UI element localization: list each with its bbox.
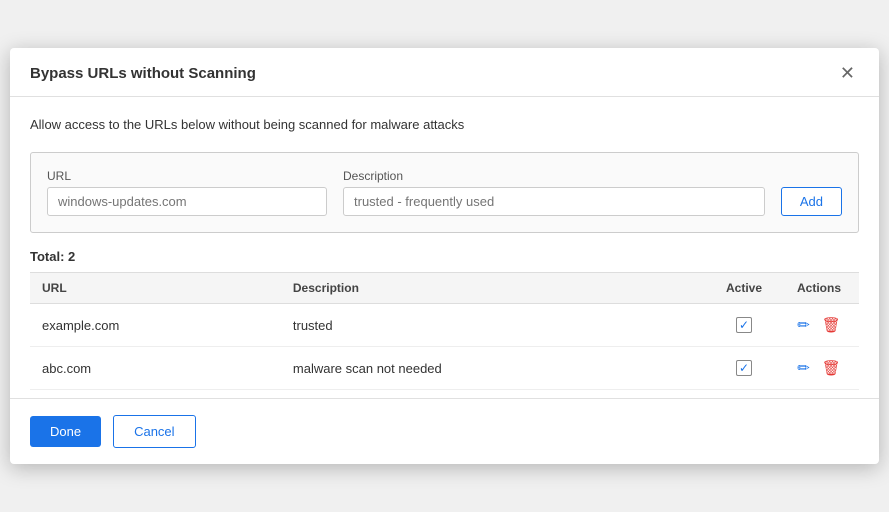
url-input-group: URL bbox=[47, 169, 327, 216]
cell-url: example.com bbox=[30, 304, 281, 347]
col-url: URL bbox=[30, 273, 281, 304]
dialog-title: Bypass URLs without Scanning bbox=[30, 65, 256, 82]
url-label: URL bbox=[47, 169, 327, 183]
dialog-header: Bypass URLs without Scanning ✕ bbox=[10, 48, 879, 97]
description-input-group: Description bbox=[343, 169, 765, 216]
table-row: abc.com malware scan not needed ✓ ✏ 🗑 bbox=[30, 347, 859, 390]
total-label: Total: 2 bbox=[30, 249, 859, 264]
cell-actions: ✏ 🗑 bbox=[779, 304, 859, 347]
cell-active: ✓ bbox=[709, 304, 779, 347]
delete-button[interactable]: 🗑 bbox=[820, 314, 843, 336]
description-label: Description bbox=[343, 169, 765, 183]
col-actions: Actions bbox=[779, 273, 859, 304]
edit-button[interactable]: ✏ bbox=[795, 314, 812, 336]
bypass-urls-dialog: Bypass URLs without Scanning ✕ Allow acc… bbox=[10, 48, 879, 464]
url-input[interactable] bbox=[47, 187, 327, 216]
col-active: Active bbox=[709, 273, 779, 304]
cell-active: ✓ bbox=[709, 347, 779, 390]
cell-url: abc.com bbox=[30, 347, 281, 390]
dialog-footer: Done Cancel bbox=[10, 398, 879, 464]
dialog-body: Allow access to the URLs below without b… bbox=[10, 97, 879, 390]
url-table: URL Description Active Actions example.c… bbox=[30, 272, 859, 390]
close-button[interactable]: ✕ bbox=[836, 62, 859, 84]
add-button[interactable]: Add bbox=[781, 187, 842, 216]
edit-button[interactable]: ✏ bbox=[795, 357, 812, 379]
description-input[interactable] bbox=[343, 187, 765, 216]
active-checkbox[interactable]: ✓ bbox=[736, 317, 752, 333]
delete-button[interactable]: 🗑 bbox=[820, 357, 843, 379]
cell-actions: ✏ 🗑 bbox=[779, 347, 859, 390]
description-text: Allow access to the URLs below without b… bbox=[30, 117, 859, 132]
cell-description: trusted bbox=[281, 304, 709, 347]
active-checkbox[interactable]: ✓ bbox=[736, 360, 752, 376]
table-header-row: URL Description Active Actions bbox=[30, 273, 859, 304]
table-row: example.com trusted ✓ ✏ 🗑 bbox=[30, 304, 859, 347]
done-button[interactable]: Done bbox=[30, 416, 101, 447]
col-description: Description bbox=[281, 273, 709, 304]
cancel-button[interactable]: Cancel bbox=[113, 415, 195, 448]
cell-description: malware scan not needed bbox=[281, 347, 709, 390]
input-section: URL Description Add bbox=[30, 152, 859, 233]
